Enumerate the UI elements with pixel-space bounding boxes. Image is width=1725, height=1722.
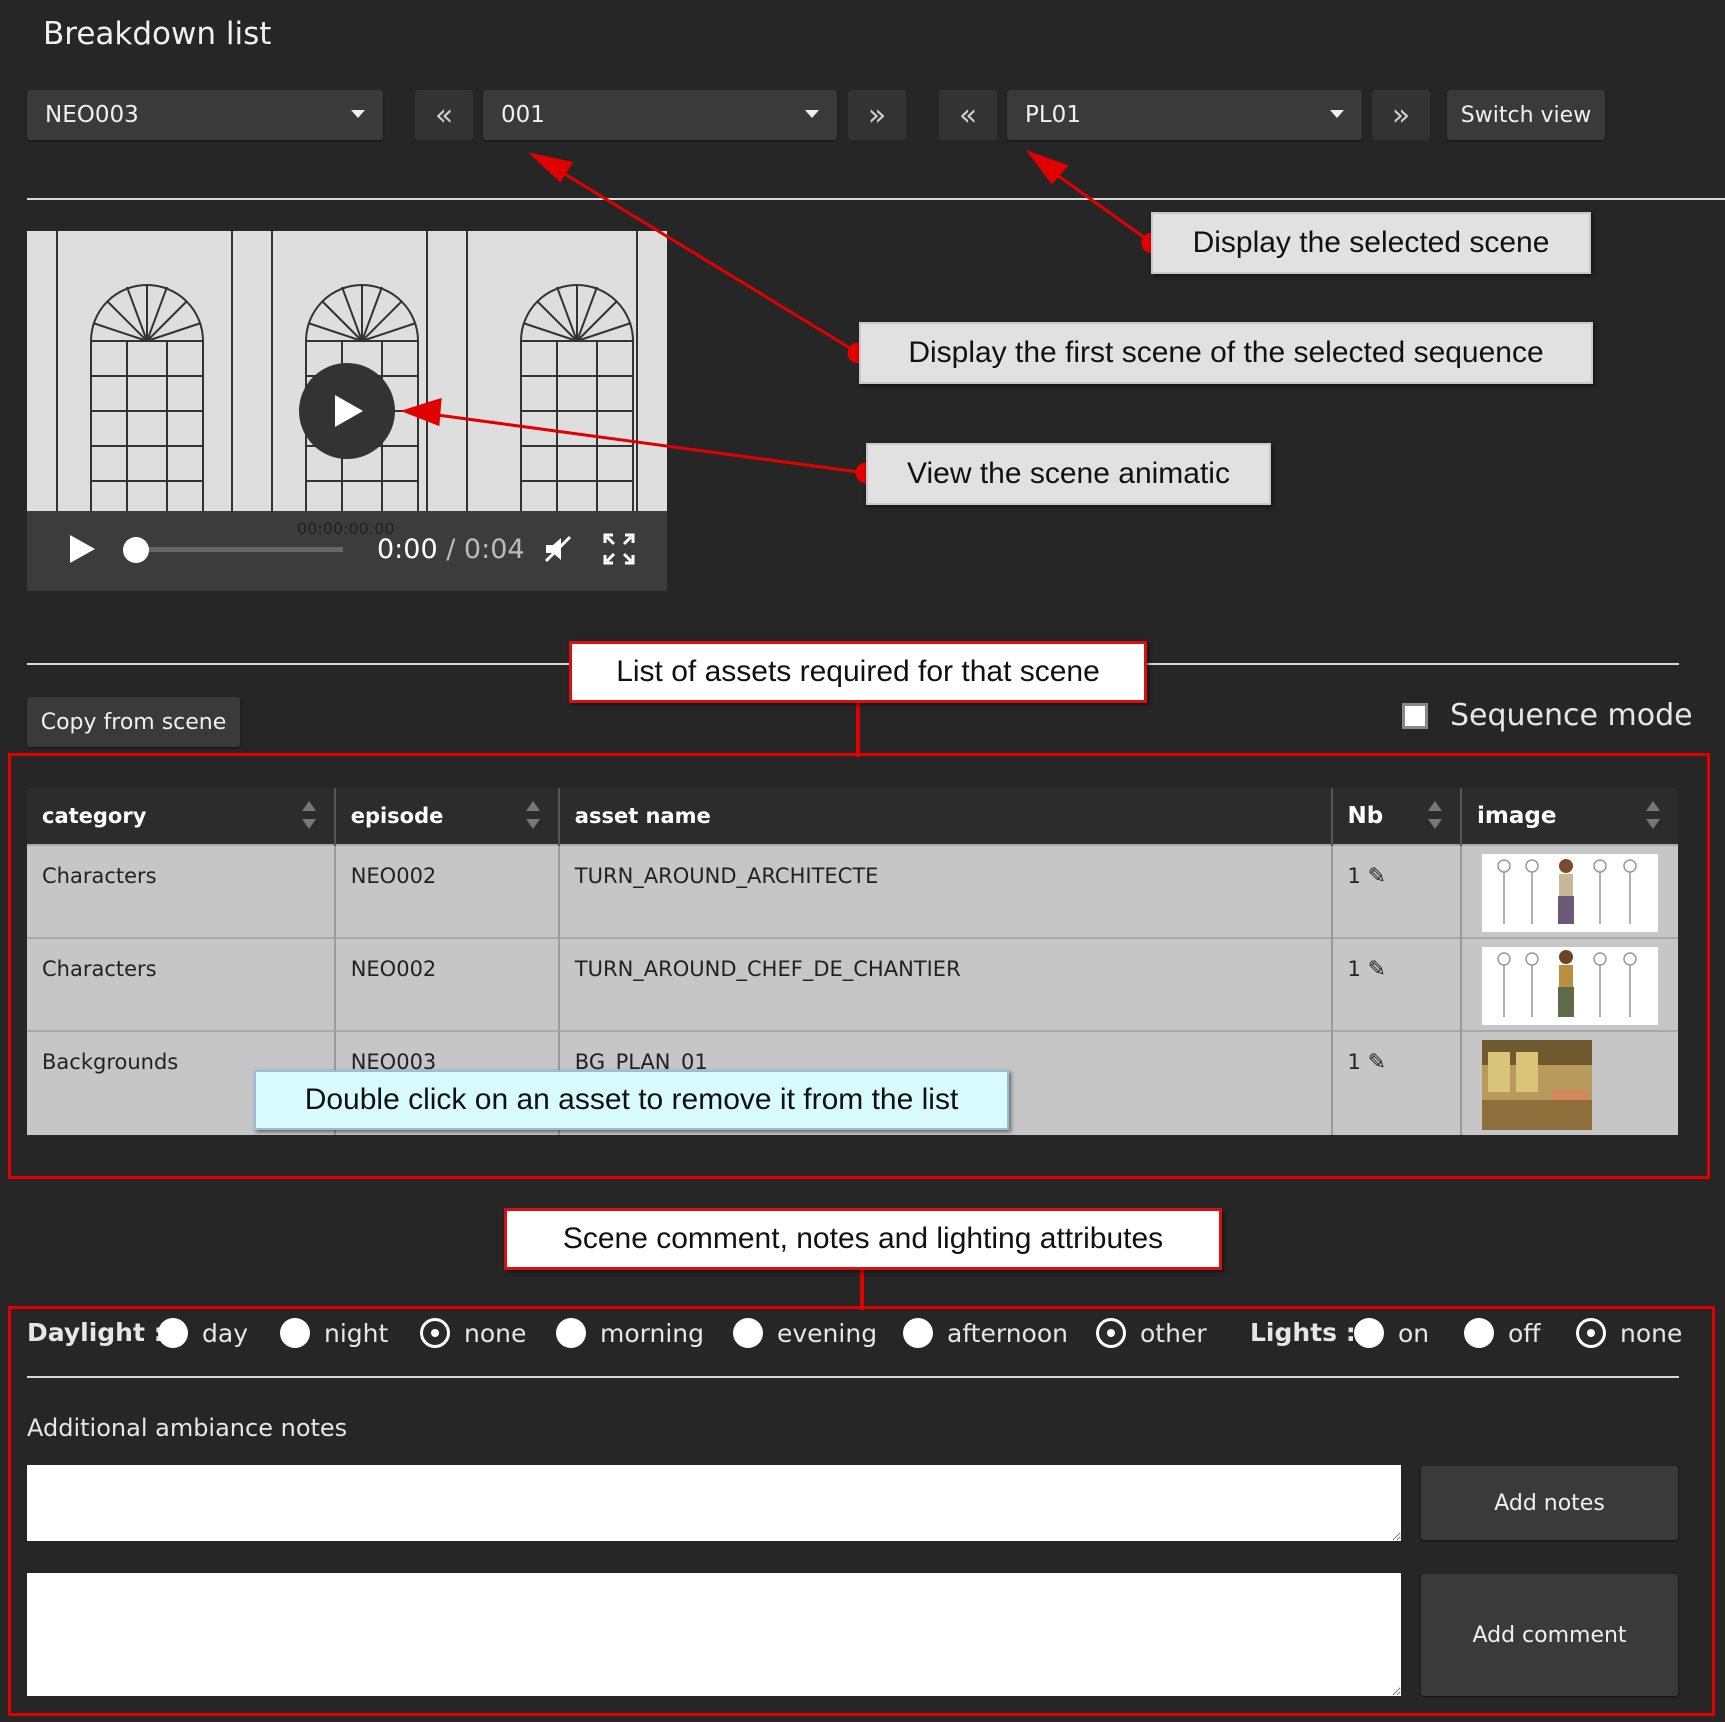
sort-icon <box>1428 801 1442 831</box>
cell-image <box>1461 937 1678 1031</box>
radio-button-selected[interactable] <box>420 1318 450 1348</box>
add-notes-button[interactable]: Add notes <box>1421 1466 1678 1540</box>
daylight-option-day[interactable]: day <box>158 1318 248 1348</box>
daylight-option-afternoon[interactable]: afternoon <box>903 1318 1068 1348</box>
radio-button-selected[interactable] <box>1576 1318 1606 1348</box>
callout-selected-scene: Display the selected scene <box>1151 212 1591 274</box>
sort-icon <box>301 801 316 831</box>
lights-label: Lights : <box>1250 1318 1356 1347</box>
daylight-option-none[interactable]: none <box>420 1318 526 1348</box>
sequence-mode-checkbox[interactable] <box>1402 702 1428 729</box>
table-row[interactable]: Characters NEO002 TURN_AROUND_CHEF_DE_CH… <box>27 937 1678 1031</box>
sort-icon <box>1646 801 1660 831</box>
callout-assets-list: List of assets required for that scene <box>569 641 1147 703</box>
cell-episode: NEO002 <box>334 937 560 1031</box>
callout-comment-section: Scene comment, notes and lighting attrib… <box>504 1208 1222 1270</box>
callout-animatic: View the scene animatic <box>866 443 1271 505</box>
radio-button[interactable] <box>158 1318 188 1348</box>
cell-image <box>1461 1030 1678 1135</box>
cell-nb[interactable]: 1 ✎ <box>1331 1030 1463 1135</box>
lights-option-off[interactable]: off <box>1464 1318 1541 1348</box>
column-header-category[interactable]: category <box>27 788 336 845</box>
radio-button[interactable] <box>556 1318 586 1348</box>
callout-first-scene: Display the first scene of the selected … <box>859 322 1593 384</box>
nb-value: 1 <box>1347 1050 1361 1074</box>
cell-image <box>1461 844 1678 938</box>
column-header-asset-name[interactable]: asset name <box>558 788 1333 845</box>
cell-nb[interactable]: 1 ✎ <box>1331 844 1463 938</box>
daylight-option-other[interactable]: other <box>1096 1318 1207 1348</box>
sequence-mode-label: Sequence mode <box>1450 698 1693 733</box>
comment-input[interactable] <box>27 1573 1401 1696</box>
edit-icon[interactable]: ✎ <box>1368 864 1386 889</box>
cell-category: Characters <box>27 937 336 1031</box>
cell-nb[interactable]: 1 ✎ <box>1331 937 1463 1031</box>
lights-option-none[interactable]: none <box>1576 1318 1682 1348</box>
cell-asset-name: TURN_AROUND_CHEF_DE_CHANTIER <box>558 937 1333 1031</box>
character-turnaround-thumbnail <box>1482 854 1658 932</box>
ambiance-notes-label: Additional ambiance notes <box>27 1414 348 1442</box>
daylight-group: Daylight : <box>27 1318 180 1347</box>
copy-from-scene-button[interactable]: Copy from scene <box>27 697 240 747</box>
ambiance-notes-input[interactable] <box>27 1465 1401 1541</box>
callout-double-click: Double click on an asset to remove it fr… <box>254 1070 1009 1130</box>
add-comment-button[interactable]: Add comment <box>1421 1574 1678 1696</box>
radio-button[interactable] <box>1354 1318 1384 1348</box>
lights-option-on[interactable]: on <box>1354 1318 1429 1348</box>
daylight-option-evening[interactable]: evening <box>733 1318 877 1348</box>
cell-asset-name: TURN_AROUND_ARCHITECTE <box>558 844 1333 938</box>
cell-category: Characters <box>27 844 336 938</box>
character-turnaround-thumbnail <box>1482 947 1658 1025</box>
divider <box>27 1376 1679 1378</box>
sort-icon <box>525 801 540 831</box>
radio-button[interactable] <box>1464 1318 1494 1348</box>
radio-button[interactable] <box>903 1318 933 1348</box>
column-header-nb[interactable]: Nb <box>1331 788 1463 845</box>
column-header-episode[interactable]: episode <box>334 788 560 845</box>
nb-value: 1 <box>1347 957 1361 981</box>
nb-value: 1 <box>1347 864 1361 888</box>
background-thumbnail <box>1482 1040 1592 1130</box>
daylight-option-morning[interactable]: morning <box>556 1318 704 1348</box>
edit-icon[interactable]: ✎ <box>1368 1050 1386 1075</box>
radio-button-selected[interactable] <box>1096 1318 1126 1348</box>
sequence-mode-toggle[interactable]: Sequence mode <box>1402 698 1693 733</box>
radio-button[interactable] <box>280 1318 310 1348</box>
edit-icon[interactable]: ✎ <box>1368 957 1386 982</box>
table-row[interactable]: Characters NEO002 TURN_AROUND_ARCHITECTE… <box>27 844 1678 938</box>
daylight-label: Daylight : <box>27 1318 164 1347</box>
column-header-image[interactable]: image <box>1461 788 1678 845</box>
cell-episode: NEO002 <box>334 844 560 938</box>
radio-button[interactable] <box>733 1318 763 1348</box>
daylight-option-night[interactable]: night <box>280 1318 388 1348</box>
